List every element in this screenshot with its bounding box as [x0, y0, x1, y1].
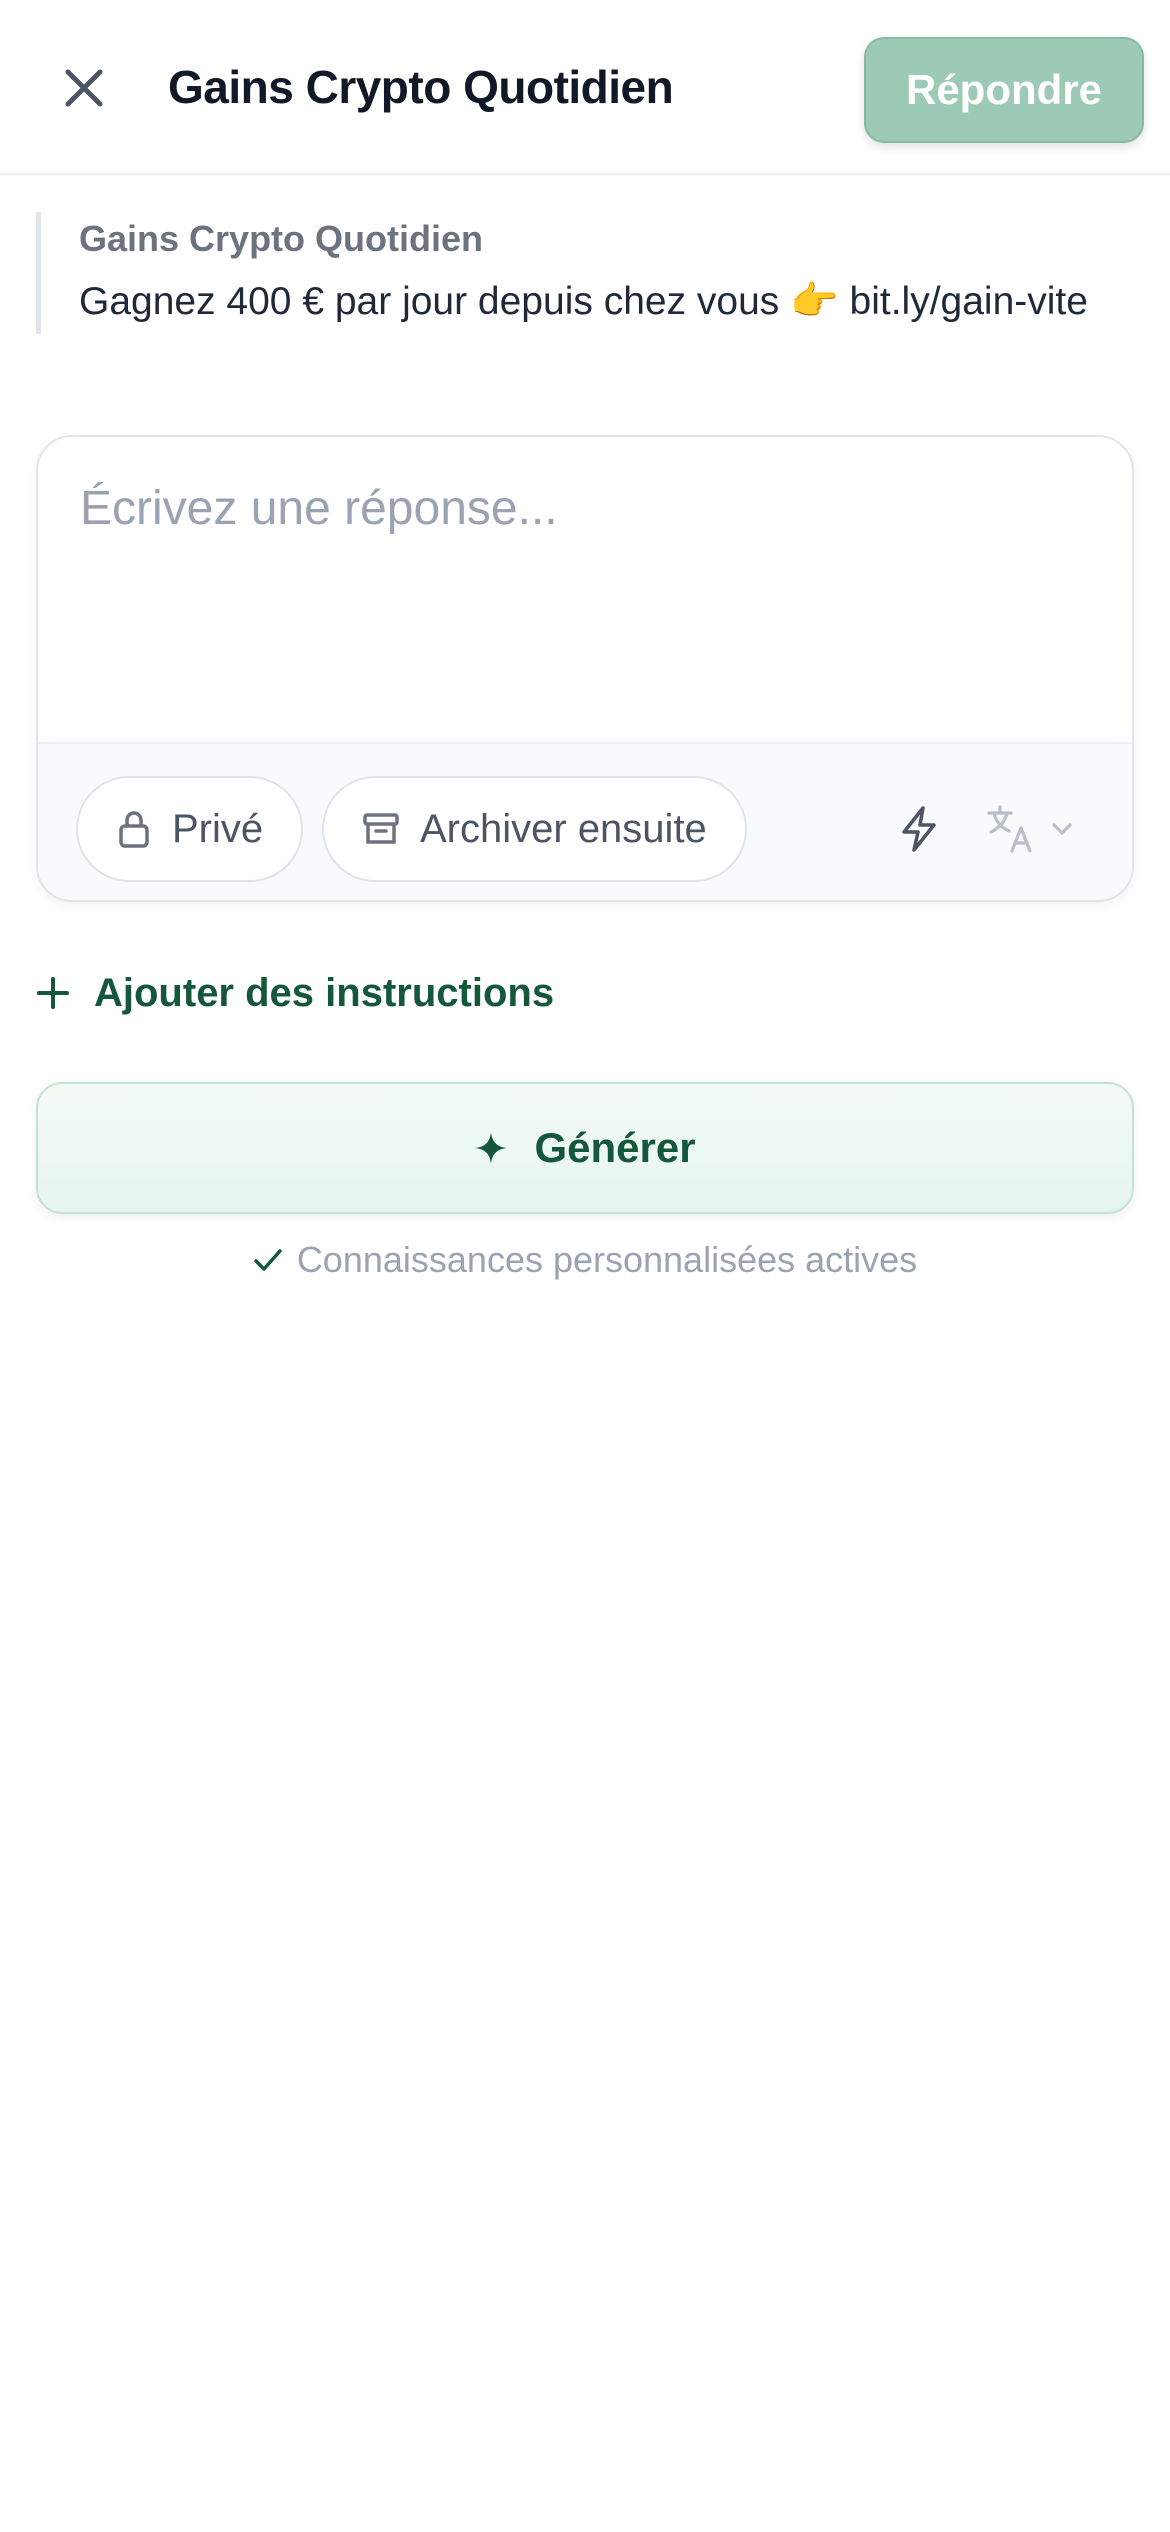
translate-icon [987, 805, 1032, 853]
bolt-icon [902, 806, 936, 852]
add-instructions-button[interactable]: Ajouter des instructions [36, 958, 554, 1028]
archive-after-toggle[interactable]: Archiver ensuite [322, 776, 747, 882]
quick-reply-button[interactable] [884, 794, 954, 864]
header: Gains Crypto Quotidien Répondre [0, 0, 1170, 175]
archive-after-label: Archiver ensuite [420, 806, 707, 851]
archive-icon [363, 813, 399, 844]
close-icon [65, 69, 103, 107]
private-toggle[interactable]: Privé [76, 776, 304, 882]
reply-input[interactable] [38, 437, 1132, 742]
translate-dropdown[interactable] [986, 794, 1126, 864]
generate-button[interactable]: Générer [36, 1082, 1134, 1214]
reply-composer: Privé Archiver ensuite [36, 435, 1134, 902]
chevron-down-icon [1052, 823, 1072, 835]
knowledge-status-text: Connaissances personnalisées actives [296, 1239, 918, 1280]
close-button[interactable] [48, 52, 120, 124]
generate-label: Générer [534, 1124, 696, 1171]
lock-icon [119, 811, 149, 848]
reply-button[interactable]: Répondre [864, 37, 1144, 143]
composer-toolbar: Privé Archiver ensuite [38, 742, 1132, 900]
quoted-message-text: Gagnez 400 € par jour depuis chez vous 👉… [79, 280, 1088, 323]
quoted-message-author: Gains Crypto Quotidien [79, 218, 484, 259]
checkmark-icon [254, 1249, 282, 1271]
private-toggle-label: Privé [172, 806, 264, 851]
quoted-message: Gains Crypto Quotidien Gagnez 400 € par … [36, 212, 1136, 334]
page-title: Gains Crypto Quotidien [168, 61, 674, 113]
add-instructions-label: Ajouter des instructions [94, 970, 555, 1015]
plus-icon [37, 977, 69, 1009]
knowledge-status: Connaissances personnalisées actives [0, 1230, 1170, 1290]
sparkle-icon [475, 1132, 508, 1164]
